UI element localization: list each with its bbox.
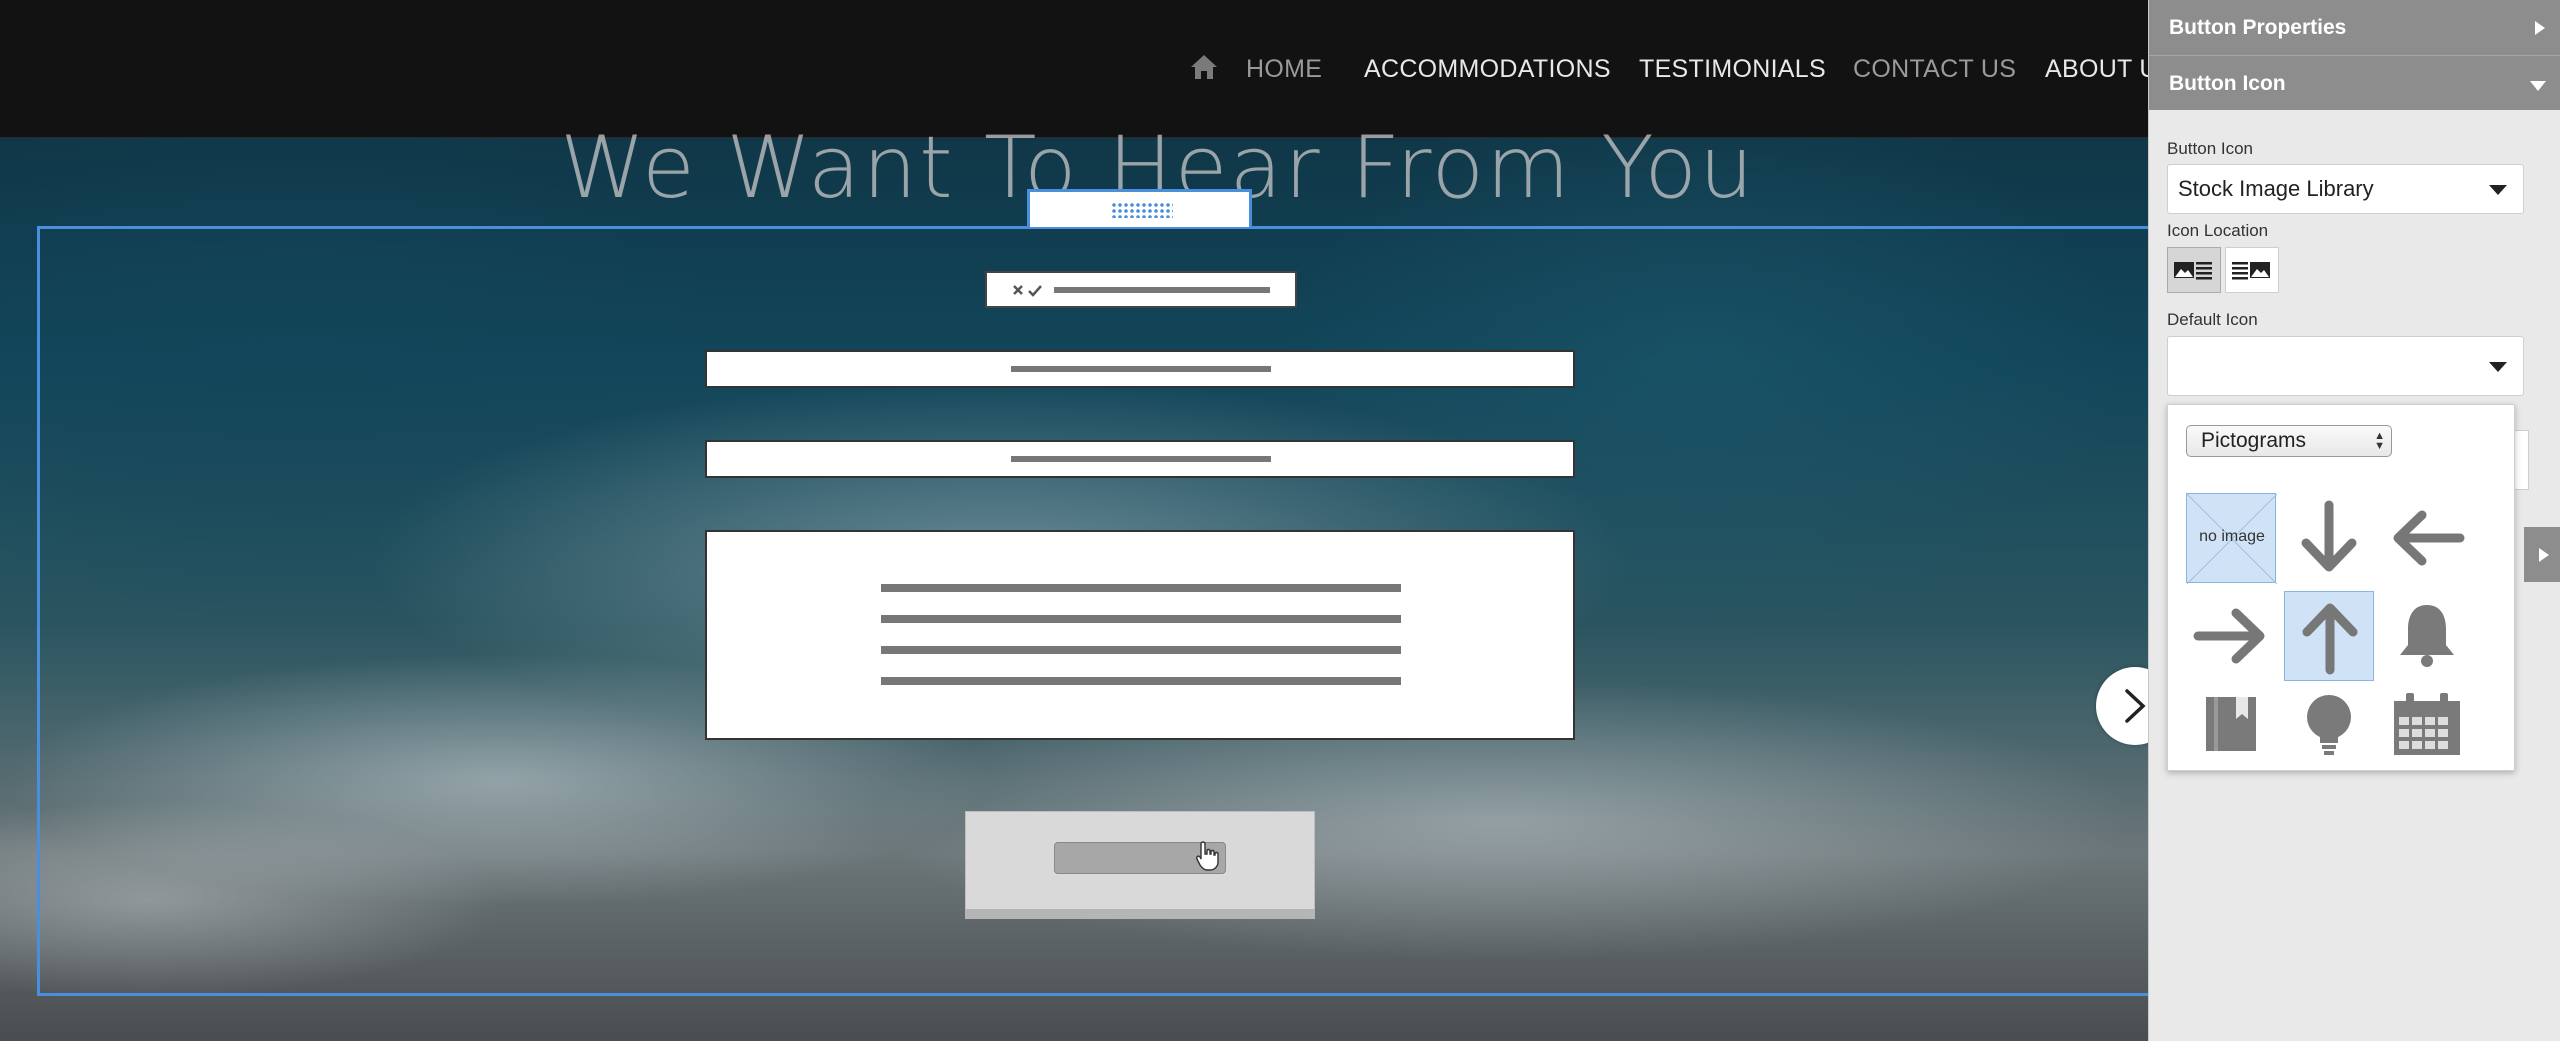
no-image-label: no image [2199, 528, 2265, 545]
updown-arrows-icon: ▲ ▼ [2374, 430, 2385, 452]
grip-dots-icon [1111, 202, 1173, 218]
icon-location-left-button[interactable] [2167, 247, 2221, 293]
icon-option-arrow-up[interactable] [2284, 591, 2374, 681]
section-title: Button Properties [2169, 16, 2347, 39]
dropdown-arrow-icon [2489, 185, 2507, 195]
lightbulb-icon [2307, 695, 2351, 755]
home-icon[interactable] [1189, 52, 1219, 82]
collapsed-section-edge[interactable] [2524, 527, 2560, 582]
textarea-placeholder-line [881, 584, 1401, 592]
form-checkbox-field[interactable] [985, 271, 1297, 308]
nav-contact-us[interactable]: CONTACT US [1853, 55, 2016, 84]
chevron-right-icon [2125, 689, 2146, 723]
nav-testimonials[interactable]: TESTIMONIALS [1639, 55, 1826, 84]
textarea-placeholder-line [881, 677, 1401, 685]
image-left-text-icon [2174, 262, 2212, 280]
button-icon-select[interactable]: Stock Image Library [2167, 164, 2524, 214]
button-shadow [965, 909, 1315, 919]
icon-category-value: Pictograms [2201, 429, 2307, 452]
textarea-placeholder-line [881, 615, 1401, 623]
icon-option-arrow-right[interactable] [2186, 591, 2276, 681]
bell-icon [2400, 605, 2454, 667]
drag-handle[interactable] [1027, 189, 1252, 227]
dropdown-arrow-icon [2489, 362, 2507, 372]
field-placeholder-line [1011, 366, 1271, 372]
arrow-up-icon [2302, 603, 2358, 675]
calendar-icon [2394, 693, 2460, 755]
caret-right-icon [2535, 21, 2545, 35]
icon-option-no-image[interactable]: no image [2186, 493, 2277, 584]
text-left-image-icon [2232, 262, 2270, 280]
arrow-left-icon [2393, 510, 2465, 566]
section-button-properties[interactable]: Button Properties [2149, 0, 2560, 55]
caret-down-icon [2530, 81, 2546, 91]
nav-home[interactable]: HOME [1246, 55, 1322, 84]
default-icon-select[interactable] [2167, 336, 2524, 396]
icon-option-bell[interactable] [2382, 591, 2472, 681]
hand-pointer-icon [1196, 841, 1219, 871]
caret-right-icon [2539, 548, 2549, 562]
nav-about-us[interactable]: ABOUT U [2045, 55, 2150, 84]
icon-picker-popup: Pictograms ▲ ▼ no image [2167, 404, 2515, 771]
form-text-field-2[interactable] [705, 440, 1575, 478]
form-text-field-1[interactable] [705, 350, 1575, 388]
icon-location-label: Icon Location [2167, 221, 2269, 240]
field-placeholder-line [1011, 456, 1271, 462]
icon-option-arrow-down[interactable] [2284, 493, 2374, 583]
arrow-right-icon [2193, 608, 2265, 664]
submit-button-wireframe[interactable] [965, 811, 1315, 919]
section-button-icon[interactable]: Button Icon [2149, 55, 2560, 110]
icon-option-bookmark[interactable] [2186, 683, 2276, 773]
nav-accommodations[interactable]: ACCOMMODATIONS [1364, 55, 1611, 84]
page-canvas: HOME ACCOMMODATIONS TESTIMONIALS CONTACT… [0, 0, 2150, 1041]
section-title: Button Icon [2169, 72, 2286, 95]
checkbox-x-check-icon [1013, 285, 1042, 297]
icon-category-select[interactable]: Pictograms ▲ ▼ [2186, 425, 2392, 457]
button-icon-select-value: Stock Image Library [2178, 176, 2374, 201]
default-icon-label: Default Icon [2167, 310, 2258, 329]
button-icon-label: Button Icon [2167, 139, 2254, 158]
textarea-placeholder-line [881, 646, 1401, 654]
icon-location-right-button[interactable] [2225, 247, 2279, 293]
arrow-down-icon [2301, 500, 2357, 572]
icon-option-lightbulb[interactable] [2284, 683, 2374, 773]
icon-option-arrow-left[interactable] [2382, 493, 2472, 583]
form-textarea[interactable] [705, 530, 1575, 740]
properties-panel: Button Properties Button Icon Button Ico… [2148, 0, 2560, 1041]
field-placeholder-line [1054, 287, 1270, 293]
icon-option-calendar[interactable] [2382, 683, 2472, 773]
bookmark-book-icon [2206, 697, 2256, 751]
